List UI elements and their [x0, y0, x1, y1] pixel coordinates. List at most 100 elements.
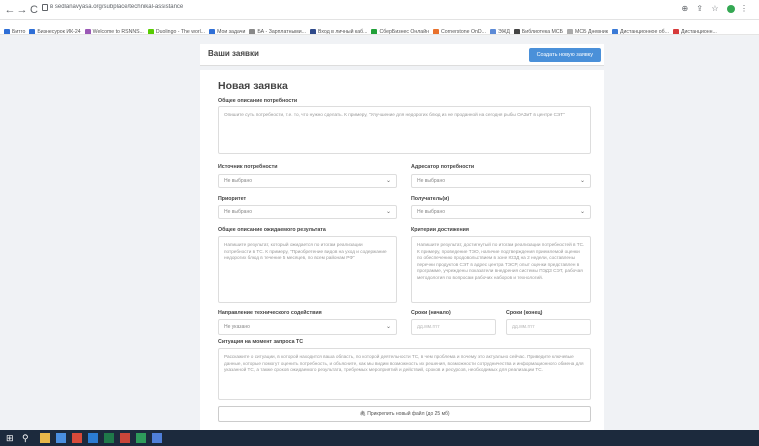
file-explorer-icon[interactable]	[40, 433, 50, 443]
bookmark-item[interactable]: СберБизнес Онлайн	[371, 25, 429, 35]
chevron-down-icon: ⌄	[579, 209, 585, 215]
share-icon[interactable]: ⇪	[696, 4, 706, 13]
situation-placeholder: Расскажите о ситуации, в которой находит…	[224, 354, 584, 372]
description-placeholder: Опишите суть потребности, т.е. то, что н…	[224, 112, 565, 117]
bookmark-icon	[567, 28, 574, 34]
address-bar[interactable]: в sedlanavyasa.org/subplace/technikal-as…	[50, 4, 350, 10]
browser-actions: ⊕ ⇪ ☆ ⋮	[681, 4, 751, 13]
bookmark-item[interactable]: МСБ Дневник	[567, 25, 608, 34]
teams-icon[interactable]	[152, 433, 162, 443]
bookmark-icon	[4, 28, 10, 34]
bookmark-item[interactable]: Битго	[4, 25, 26, 35]
bookmark-icon	[147, 28, 154, 34]
recipient-select[interactable]: Не выбрано ⌄	[411, 205, 591, 219]
reload-icon[interactable]: C	[28, 3, 40, 17]
new-request-form: Новая заявка Общее описание потребности …	[200, 70, 604, 430]
attach-file-label: Прикрепить новый файл (до 25 мб)	[367, 411, 450, 417]
bookmark-item[interactable]: БА - Зарплатными...	[249, 25, 306, 35]
bookmark-label: Cornerstone OnD...	[440, 29, 486, 35]
browser-toolbar: ← → C в sedlanavyasa.org/subplace/techni…	[0, 0, 759, 20]
bookmark-item[interactable]: Дистанционн...	[672, 25, 717, 35]
page-content: Ваши заявки Создать новую заявку Новая з…	[0, 36, 759, 430]
bookmark-label: СберБизнес Онлайн	[379, 29, 429, 35]
page-header: Ваши заявки Создать новую заявку	[200, 44, 604, 66]
date-end-placeholder: дд.мм.гггг	[512, 324, 535, 330]
chevron-down-icon: ⌄	[579, 178, 585, 184]
bookmark-icon	[432, 28, 439, 34]
bookmark-label: Мои задачи	[217, 29, 246, 35]
zoom-icon[interactable]: ⊕	[681, 4, 691, 13]
source-value: Не выбрано	[224, 178, 252, 184]
excel-icon[interactable]	[104, 433, 114, 443]
bookmark-item[interactable]: Вход в личный каб...	[309, 25, 368, 35]
description-label: Общее описание потребности	[218, 98, 298, 104]
forward-icon[interactable]: →	[16, 3, 28, 17]
bookmark-icon	[371, 28, 378, 34]
bookmark-label: Бизнесурок ИК-24	[37, 29, 81, 35]
bookmark-label: БА - Зарплатными...	[257, 29, 306, 35]
windows-start-icon[interactable]: ⊞	[6, 433, 14, 443]
bookmark-label: Вход в личный каб...	[317, 29, 368, 35]
bookmark-item[interactable]: Бизнесурок ИК-24	[29, 25, 81, 35]
bookmark-label: Битго	[12, 29, 26, 35]
situation-textarea[interactable]: Расскажите о ситуации, в которой находит…	[218, 348, 591, 400]
recipient-label: Получатель(и)	[411, 196, 450, 202]
addressee-select[interactable]: Не выбрано ⌄	[411, 174, 591, 188]
recipient-value: Не выбрано	[417, 209, 445, 215]
bookmark-item[interactable]: Мои задачи	[209, 25, 246, 35]
expected-result-textarea[interactable]: Напишите результат, который ожидается по…	[218, 236, 397, 303]
date-end-input[interactable]: дд.мм.гггг	[506, 319, 591, 335]
app-green-icon[interactable]	[136, 433, 146, 443]
bookmark-label: Welcome to RSNNS...	[92, 29, 144, 35]
search-icon[interactable]: ⚲	[22, 433, 29, 443]
profile-icon[interactable]	[726, 4, 735, 13]
bookmark-label: Дистанционн...	[680, 29, 717, 35]
priority-value: Не выбрано	[224, 209, 252, 215]
criteria-label: Критерии достижения	[411, 227, 469, 233]
date-start-input[interactable]: дд.мм.гггг	[411, 319, 496, 335]
criteria-placeholder: Напишите результат, достигнутый по итога…	[417, 242, 585, 280]
chrome-icon[interactable]	[56, 433, 66, 443]
taskbar: ⊞ ⚲	[0, 430, 759, 446]
powerpoint-icon[interactable]	[120, 433, 130, 443]
bookmark-icon	[84, 28, 91, 34]
bookmark-item[interactable]: Дистанционное об...	[612, 25, 669, 35]
back-icon[interactable]: ←	[4, 3, 16, 17]
bookmark-label: ЭЖД	[497, 29, 510, 35]
addressee-value: Не выбрано	[417, 178, 445, 184]
chevron-down-icon: ⌄	[385, 178, 391, 184]
word-icon[interactable]	[88, 433, 98, 443]
bookmark-item[interactable]: Cornerstone OnD...	[432, 25, 486, 35]
direction-select[interactable]: Не указано ⌄	[218, 319, 397, 335]
bookmark-item[interactable]: ЭЖД	[489, 25, 510, 35]
app-icon[interactable]	[72, 433, 82, 443]
bookmark-icon	[489, 28, 496, 34]
bookmark-icon	[209, 28, 216, 34]
description-textarea[interactable]: Опишите суть потребности, т.е. то, что н…	[218, 106, 591, 154]
expected-result-placeholder: Напишите результат, который ожидается по…	[224, 242, 387, 260]
bookmark-icon	[29, 28, 36, 34]
bookmark-icon	[249, 28, 256, 34]
source-select[interactable]: Не выбрано ⌄	[218, 174, 397, 188]
bookmarks-bar: Битго Бизнесурок ИК-24 Welcome to RSNNS...…	[0, 20, 759, 35]
bookmark-icon	[612, 28, 618, 34]
create-request-button[interactable]: Создать новую заявку	[528, 48, 601, 62]
bookmark-item[interactable]: Duolingo - The worl...	[147, 25, 205, 34]
priority-select[interactable]: Не выбрано ⌄	[218, 205, 397, 219]
criteria-textarea[interactable]: Напишите результат, достигнутый по итога…	[411, 236, 591, 303]
date-start-label: Сроки (начало)	[411, 310, 451, 316]
source-label: Источник потребности	[218, 164, 278, 170]
addressee-label: Адресатор потребности	[411, 164, 475, 170]
direction-label: Направление технического содействия	[218, 310, 322, 316]
bookmark-item[interactable]: Библиотека МСБ	[513, 25, 563, 34]
bookmark-item[interactable]: Welcome to RSNNS...	[84, 25, 144, 35]
bookmark-label: Дистанционное об...	[620, 29, 669, 35]
situation-label: Ситуация на момент запроса ТС	[218, 339, 304, 345]
bookmark-icon	[672, 28, 679, 34]
expected-result-label: Общее описание ожидаемого результата	[218, 227, 326, 233]
attach-file-button[interactable]: 🖇 Прикрепить новый файл (до 25 мб)	[218, 406, 591, 422]
menu-icon[interactable]: ⋮	[740, 4, 751, 13]
star-icon[interactable]: ☆	[711, 4, 721, 13]
bookmark-icon	[513, 28, 520, 34]
chevron-down-icon: ⌄	[385, 324, 391, 330]
